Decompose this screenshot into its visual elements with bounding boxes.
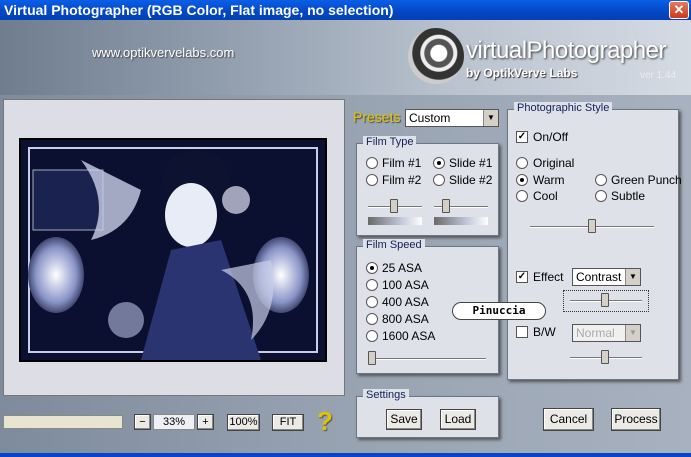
zoom-out-button[interactable]: − [134,414,151,430]
speed-slider-thumb[interactable] [368,351,376,365]
slide-1-label: Slide #1 [449,156,493,170]
zoom-level[interactable]: 33% [153,414,195,430]
film-type-title: Film Type [363,136,417,148]
original-label: Original [533,156,575,170]
window-title: Virtual Photographer (RGB Color, Flat im… [4,2,394,18]
logo-subtitle: by OptikVerve Labs [466,66,578,80]
style-slider-thumb[interactable] [588,219,596,233]
presets-select[interactable]: Custom ▼ [405,109,499,127]
asa-25-label: 25 ASA [382,261,423,275]
radio-film-2[interactable] [366,174,378,186]
cool-label: Cool [533,189,558,203]
radio-400-asa[interactable] [366,296,378,308]
radio-cool[interactable] [516,190,528,202]
radio-800-asa[interactable] [366,313,378,325]
on-off-checkbox[interactable]: ✓ [516,131,528,143]
warm-label: Warm [533,173,565,187]
window-bottom-border [0,453,691,457]
close-button[interactable]: ✕ [669,1,689,19]
settings-title: Settings [363,389,409,401]
radio-film-1[interactable] [366,157,378,169]
process-button[interactable]: Process [611,408,661,431]
on-off-label: On/Off [533,130,569,144]
asa-100-label: 100 ASA [382,278,429,292]
subtle-label: Subtle [611,189,646,203]
slide-gradient [434,217,488,225]
bw-label: B/W [533,325,556,339]
speed-slider-track [368,358,486,360]
presets-label: Presets [353,109,401,125]
asa-800-label: 800 ASA [382,312,429,326]
bw-select[interactable]: Normal ▼ [572,324,641,342]
title-bar: Virtual Photographer (RGB Color, Flat im… [0,0,691,20]
radio-100-asa[interactable] [366,279,378,291]
film-gradient [368,217,422,225]
watermark-badge: Pinuccia [452,302,546,320]
film-1-label: Film #1 [382,156,422,170]
zoom-in-button[interactable]: + [197,414,214,430]
presets-value: Custom [409,111,451,125]
radio-subtle[interactable] [595,190,607,202]
chevron-down-icon[interactable]: ▼ [625,325,640,341]
green-punch-label: Green Punch [611,173,682,187]
effect-label: Effect [533,270,564,284]
photographic-style-title: Photographic Style [514,102,613,114]
film-slider-thumb[interactable] [390,199,398,213]
effect-checkbox[interactable]: ✓ [516,271,528,283]
chevron-down-icon[interactable]: ▼ [625,269,640,285]
help-icon[interactable]: ? [317,406,333,437]
fit-button[interactable]: FIT [272,414,304,431]
save-button[interactable]: Save [386,409,422,430]
radio-25-asa[interactable] [366,262,378,274]
radio-slide-1[interactable] [433,157,445,169]
progress-bar [3,415,123,429]
settings-group: Settings [356,389,499,438]
cancel-button[interactable]: Cancel [543,408,594,431]
radio-original[interactable] [516,157,528,169]
slide-2-label: Slide #2 [449,173,493,187]
slide-slider-thumb[interactable] [442,199,450,213]
asa-1600-label: 1600 ASA [382,329,436,343]
bw-checkbox[interactable] [516,326,528,338]
bw-value: Normal [576,326,615,340]
effect-value: Contrast [576,270,622,284]
radio-slide-2[interactable] [433,174,445,186]
radio-1600-asa[interactable] [366,330,378,342]
radio-green-punch[interactable] [595,174,607,186]
bw-slider-thumb[interactable] [601,350,609,364]
zoom-100-button[interactable]: 100% [227,414,260,431]
chevron-down-icon[interactable]: ▼ [483,110,498,126]
film-speed-title: Film Speed [363,239,425,251]
effect-select[interactable]: Contrast ▼ [572,268,641,286]
logo-text: virtualPhotographer [466,37,666,64]
preview-image[interactable] [19,138,327,362]
film-2-label: Film #2 [382,173,422,187]
website-link[interactable]: www.optikvervelabs.com [92,45,234,60]
version-label: ver 1.44 [640,70,677,81]
load-button[interactable]: Load [440,409,476,430]
logo-icon [408,28,464,84]
radio-warm[interactable] [516,174,528,186]
asa-400-label: 400 ASA [382,295,429,309]
effect-slider-thumb[interactable] [601,293,609,307]
